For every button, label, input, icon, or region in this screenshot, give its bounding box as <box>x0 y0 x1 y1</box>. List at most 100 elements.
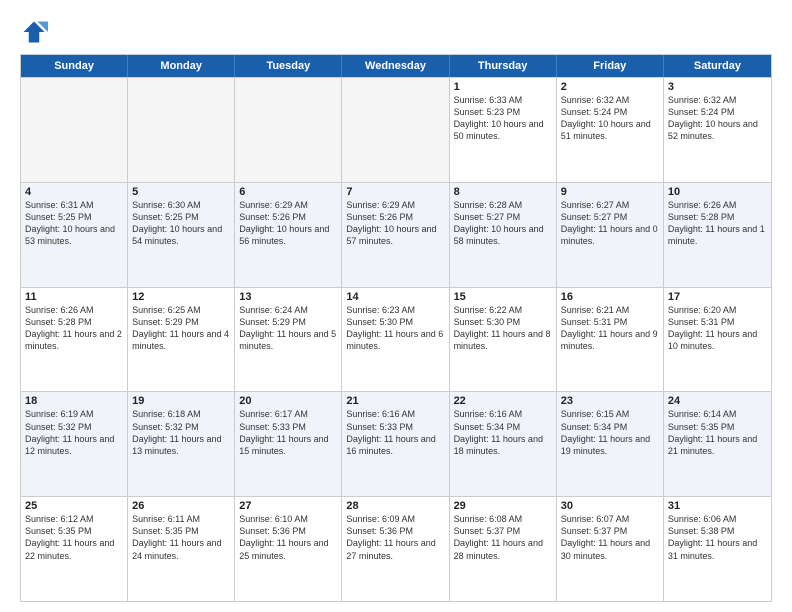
day-number: 8 <box>454 186 552 198</box>
day-info: Sunrise: 6:06 AM Sunset: 5:38 PM Dayligh… <box>668 513 767 562</box>
day-number: 5 <box>132 186 230 198</box>
day-number: 9 <box>561 186 659 198</box>
calendar-cell-0-5: 2Sunrise: 6:32 AM Sunset: 5:24 PM Daylig… <box>557 78 664 182</box>
day-info: Sunrise: 6:27 AM Sunset: 5:27 PM Dayligh… <box>561 199 659 248</box>
calendar-cell-1-6: 10Sunrise: 6:26 AM Sunset: 5:28 PM Dayli… <box>664 183 771 287</box>
day-info: Sunrise: 6:11 AM Sunset: 5:35 PM Dayligh… <box>132 513 230 562</box>
calendar-cell-3-0: 18Sunrise: 6:19 AM Sunset: 5:32 PM Dayli… <box>21 392 128 496</box>
calendar-cell-2-0: 11Sunrise: 6:26 AM Sunset: 5:28 PM Dayli… <box>21 288 128 392</box>
day-number: 7 <box>346 186 444 198</box>
day-info: Sunrise: 6:29 AM Sunset: 5:26 PM Dayligh… <box>239 199 337 248</box>
calendar-cell-1-4: 8Sunrise: 6:28 AM Sunset: 5:27 PM Daylig… <box>450 183 557 287</box>
weekday-header-tuesday: Tuesday <box>235 55 342 77</box>
calendar-cell-0-1 <box>128 78 235 182</box>
day-number: 27 <box>239 500 337 512</box>
calendar-cell-3-4: 22Sunrise: 6:16 AM Sunset: 5:34 PM Dayli… <box>450 392 557 496</box>
day-info: Sunrise: 6:26 AM Sunset: 5:28 PM Dayligh… <box>668 199 767 248</box>
day-info: Sunrise: 6:26 AM Sunset: 5:28 PM Dayligh… <box>25 304 123 353</box>
calendar-cell-4-5: 30Sunrise: 6:07 AM Sunset: 5:37 PM Dayli… <box>557 497 664 601</box>
calendar-cell-1-0: 4Sunrise: 6:31 AM Sunset: 5:25 PM Daylig… <box>21 183 128 287</box>
day-info: Sunrise: 6:23 AM Sunset: 5:30 PM Dayligh… <box>346 304 444 353</box>
calendar-cell-4-0: 25Sunrise: 6:12 AM Sunset: 5:35 PM Dayli… <box>21 497 128 601</box>
day-number: 1 <box>454 81 552 93</box>
day-info: Sunrise: 6:08 AM Sunset: 5:37 PM Dayligh… <box>454 513 552 562</box>
day-number: 24 <box>668 395 767 407</box>
day-number: 15 <box>454 291 552 303</box>
day-info: Sunrise: 6:10 AM Sunset: 5:36 PM Dayligh… <box>239 513 337 562</box>
day-number: 22 <box>454 395 552 407</box>
calendar-cell-2-5: 16Sunrise: 6:21 AM Sunset: 5:31 PM Dayli… <box>557 288 664 392</box>
day-number: 13 <box>239 291 337 303</box>
weekday-header-wednesday: Wednesday <box>342 55 449 77</box>
calendar-cell-4-3: 28Sunrise: 6:09 AM Sunset: 5:36 PM Dayli… <box>342 497 449 601</box>
calendar-row-3: 18Sunrise: 6:19 AM Sunset: 5:32 PM Dayli… <box>21 391 771 496</box>
day-info: Sunrise: 6:17 AM Sunset: 5:33 PM Dayligh… <box>239 408 337 457</box>
day-number: 17 <box>668 291 767 303</box>
calendar-row-0: 1Sunrise: 6:33 AM Sunset: 5:23 PM Daylig… <box>21 77 771 182</box>
day-number: 3 <box>668 81 767 93</box>
calendar: SundayMondayTuesdayWednesdayThursdayFrid… <box>20 54 772 602</box>
calendar-row-2: 11Sunrise: 6:26 AM Sunset: 5:28 PM Dayli… <box>21 287 771 392</box>
day-info: Sunrise: 6:33 AM Sunset: 5:23 PM Dayligh… <box>454 94 552 143</box>
day-number: 29 <box>454 500 552 512</box>
calendar-cell-2-1: 12Sunrise: 6:25 AM Sunset: 5:29 PM Dayli… <box>128 288 235 392</box>
day-info: Sunrise: 6:15 AM Sunset: 5:34 PM Dayligh… <box>561 408 659 457</box>
day-info: Sunrise: 6:21 AM Sunset: 5:31 PM Dayligh… <box>561 304 659 353</box>
day-info: Sunrise: 6:32 AM Sunset: 5:24 PM Dayligh… <box>668 94 767 143</box>
page: SundayMondayTuesdayWednesdayThursdayFrid… <box>0 0 792 612</box>
weekday-header-saturday: Saturday <box>664 55 771 77</box>
weekday-header-monday: Monday <box>128 55 235 77</box>
calendar-cell-4-4: 29Sunrise: 6:08 AM Sunset: 5:37 PM Dayli… <box>450 497 557 601</box>
day-info: Sunrise: 6:30 AM Sunset: 5:25 PM Dayligh… <box>132 199 230 248</box>
day-number: 18 <box>25 395 123 407</box>
logo <box>20 18 54 46</box>
weekday-header-friday: Friday <box>557 55 664 77</box>
weekday-header-sunday: Sunday <box>21 55 128 77</box>
day-number: 16 <box>561 291 659 303</box>
day-number: 31 <box>668 500 767 512</box>
day-number: 28 <box>346 500 444 512</box>
calendar-cell-3-3: 21Sunrise: 6:16 AM Sunset: 5:33 PM Dayli… <box>342 392 449 496</box>
day-number: 20 <box>239 395 337 407</box>
calendar-cell-1-3: 7Sunrise: 6:29 AM Sunset: 5:26 PM Daylig… <box>342 183 449 287</box>
day-info: Sunrise: 6:16 AM Sunset: 5:34 PM Dayligh… <box>454 408 552 457</box>
day-number: 30 <box>561 500 659 512</box>
day-number: 10 <box>668 186 767 198</box>
day-info: Sunrise: 6:14 AM Sunset: 5:35 PM Dayligh… <box>668 408 767 457</box>
calendar-cell-0-0 <box>21 78 128 182</box>
calendar-cell-2-6: 17Sunrise: 6:20 AM Sunset: 5:31 PM Dayli… <box>664 288 771 392</box>
day-info: Sunrise: 6:31 AM Sunset: 5:25 PM Dayligh… <box>25 199 123 248</box>
calendar-cell-0-3 <box>342 78 449 182</box>
day-number: 4 <box>25 186 123 198</box>
day-number: 23 <box>561 395 659 407</box>
calendar-cell-4-2: 27Sunrise: 6:10 AM Sunset: 5:36 PM Dayli… <box>235 497 342 601</box>
day-info: Sunrise: 6:32 AM Sunset: 5:24 PM Dayligh… <box>561 94 659 143</box>
day-info: Sunrise: 6:19 AM Sunset: 5:32 PM Dayligh… <box>25 408 123 457</box>
logo-icon <box>20 18 48 46</box>
day-info: Sunrise: 6:22 AM Sunset: 5:30 PM Dayligh… <box>454 304 552 353</box>
day-info: Sunrise: 6:07 AM Sunset: 5:37 PM Dayligh… <box>561 513 659 562</box>
day-number: 12 <box>132 291 230 303</box>
calendar-cell-2-3: 14Sunrise: 6:23 AM Sunset: 5:30 PM Dayli… <box>342 288 449 392</box>
day-info: Sunrise: 6:29 AM Sunset: 5:26 PM Dayligh… <box>346 199 444 248</box>
day-info: Sunrise: 6:16 AM Sunset: 5:33 PM Dayligh… <box>346 408 444 457</box>
calendar-cell-4-6: 31Sunrise: 6:06 AM Sunset: 5:38 PM Dayli… <box>664 497 771 601</box>
calendar-cell-2-2: 13Sunrise: 6:24 AM Sunset: 5:29 PM Dayli… <box>235 288 342 392</box>
day-number: 11 <box>25 291 123 303</box>
calendar-cell-3-2: 20Sunrise: 6:17 AM Sunset: 5:33 PM Dayli… <box>235 392 342 496</box>
calendar-body: 1Sunrise: 6:33 AM Sunset: 5:23 PM Daylig… <box>21 77 771 601</box>
day-info: Sunrise: 6:09 AM Sunset: 5:36 PM Dayligh… <box>346 513 444 562</box>
calendar-cell-1-2: 6Sunrise: 6:29 AM Sunset: 5:26 PM Daylig… <box>235 183 342 287</box>
calendar-row-1: 4Sunrise: 6:31 AM Sunset: 5:25 PM Daylig… <box>21 182 771 287</box>
day-info: Sunrise: 6:12 AM Sunset: 5:35 PM Dayligh… <box>25 513 123 562</box>
header <box>20 18 772 46</box>
calendar-row-4: 25Sunrise: 6:12 AM Sunset: 5:35 PM Dayli… <box>21 496 771 601</box>
calendar-cell-3-5: 23Sunrise: 6:15 AM Sunset: 5:34 PM Dayli… <box>557 392 664 496</box>
calendar-cell-1-1: 5Sunrise: 6:30 AM Sunset: 5:25 PM Daylig… <box>128 183 235 287</box>
calendar-cell-0-6: 3Sunrise: 6:32 AM Sunset: 5:24 PM Daylig… <box>664 78 771 182</box>
day-info: Sunrise: 6:18 AM Sunset: 5:32 PM Dayligh… <box>132 408 230 457</box>
day-number: 2 <box>561 81 659 93</box>
calendar-cell-3-1: 19Sunrise: 6:18 AM Sunset: 5:32 PM Dayli… <box>128 392 235 496</box>
day-number: 6 <box>239 186 337 198</box>
calendar-cell-1-5: 9Sunrise: 6:27 AM Sunset: 5:27 PM Daylig… <box>557 183 664 287</box>
